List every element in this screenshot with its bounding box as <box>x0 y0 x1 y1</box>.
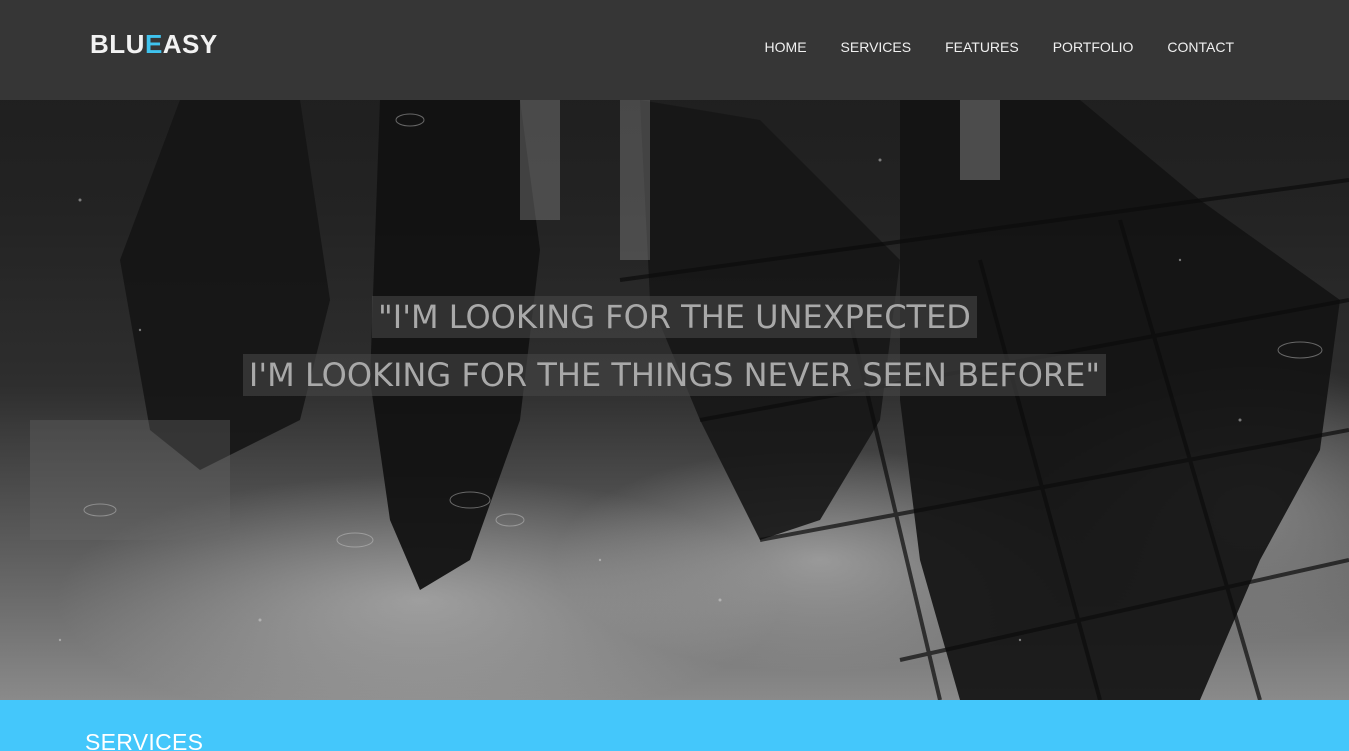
logo-text-part2: ASY <box>162 29 218 59</box>
nav-item-home[interactable]: HOME <box>765 38 807 56</box>
logo-text-accent: E <box>144 29 163 59</box>
nav-item-services[interactable]: SERVICES <box>841 38 912 56</box>
services-heading: SERVICES <box>85 729 204 751</box>
brand-logo[interactable]: BLUEASY <box>90 29 218 60</box>
services-section: SERVICES <box>0 700 1349 751</box>
hero-quote-line-2: I'M LOOKING FOR THE THINGS NEVER SEEN BE… <box>0 354 1349 396</box>
landing-page: BLUEASY HOME SERVICES FEATURES PORTFOLIO… <box>0 0 1349 751</box>
hero-background-image <box>0 0 1349 700</box>
nav-item-portfolio[interactable]: PORTFOLIO <box>1053 38 1134 56</box>
hero-quote-line-1: "I'M LOOKING FOR THE UNEXPECTED <box>0 296 1349 338</box>
nav-item-features[interactable]: FEATURES <box>945 38 1019 56</box>
hero-quote-line-1-text: "I'M LOOKING FOR THE UNEXPECTED <box>372 296 977 338</box>
nav-item-contact[interactable]: CONTACT <box>1167 38 1234 56</box>
logo-text-part1: BLU <box>90 29 145 59</box>
main-nav: HOME SERVICES FEATURES PORTFOLIO CONTACT <box>731 38 1234 56</box>
top-navbar: BLUEASY HOME SERVICES FEATURES PORTFOLIO… <box>0 0 1349 100</box>
hero-quote-line-2-text: I'M LOOKING FOR THE THINGS NEVER SEEN BE… <box>242 354 1107 396</box>
wet-pavement-reflection-image <box>30 100 1349 700</box>
